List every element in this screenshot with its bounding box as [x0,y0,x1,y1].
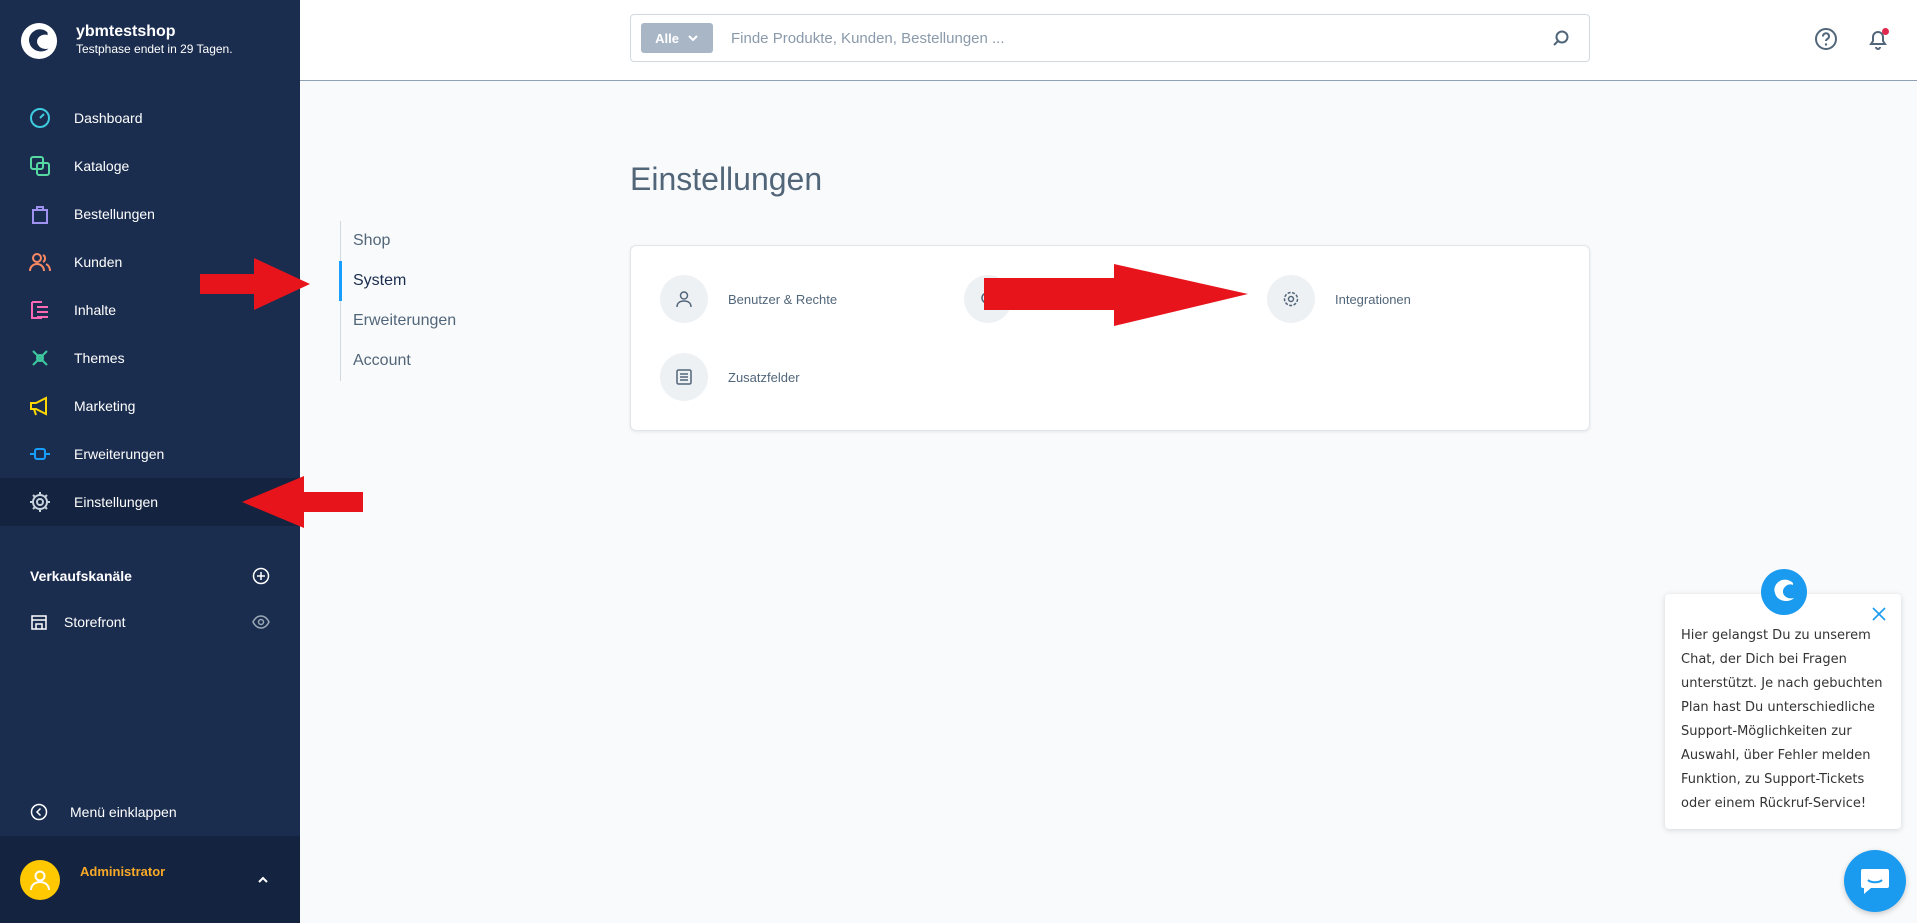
nav-label: Erweiterungen [74,446,165,462]
settings-item-label: Zusatzfelder [728,369,800,385]
extensions-icon [28,442,52,466]
global-search: Alle [630,14,1590,62]
search-input[interactable] [729,28,1549,48]
collapse-menu-label: Menü einklappen [70,804,177,820]
help-icon [1815,28,1837,50]
nav-label: Einstellungen [74,494,159,510]
settings-item-label: Benutzer & Rechte [728,291,838,307]
nav-label: Marketing [74,398,136,414]
eye-icon[interactable] [252,613,270,631]
settings-item-integrationen[interactable]: Integrationen [1267,275,1411,323]
search-type-label: Alle [655,30,679,46]
tab-erweiterungen[interactable]: Erweiterungen [341,301,456,341]
shopware-logo-icon [20,22,58,60]
search-type-dropdown[interactable]: Alle [641,23,713,53]
page-title: Einstellungen [630,161,823,198]
chat-hint-text: Hier gelangst Du zu unserem Chat, der Di… [1681,628,1883,811]
nav-label: Bestellungen [74,206,155,222]
sidebar: ybmtestshop Testphase endet in 29 Tagen.… [0,0,300,923]
marketing-icon [28,394,52,418]
nav-item-kataloge[interactable]: Kataloge [0,142,300,190]
search-button[interactable] [1549,26,1573,50]
orders-icon [28,202,52,226]
close-icon[interactable] [1871,606,1887,622]
add-circle-icon[interactable] [252,567,270,585]
user-avatar-icon [30,870,50,890]
notifications-button[interactable] [1865,26,1891,52]
top-header: Alle [300,0,1921,81]
collapse-menu-button[interactable]: Menü einklappen [0,800,300,824]
customers-icon [28,250,52,274]
nav-label: Themes [74,350,125,366]
settings-icon [28,490,52,514]
tab-account[interactable]: Account [341,341,456,381]
tab-shop[interactable]: Shop [341,221,456,261]
chevron-left-circle-icon [30,803,48,821]
settings-tabs: Shop System Erweiterungen Account [338,221,456,381]
tab-system[interactable]: System [338,261,456,301]
storefront-icon [31,615,47,630]
nav-item-themes[interactable]: Themes [0,334,300,382]
chat-hint-bubble: Hier gelangst Du zu unserem Chat, der Di… [1665,594,1901,829]
nav-label: Kataloge [74,158,130,174]
help-button[interactable] [1813,26,1839,52]
sales-channels-heading: Verkaufskanäle [0,564,300,588]
settings-item-zusatzfelder[interactable]: Zusatzfelder [660,353,800,401]
nav-item-dashboard[interactable]: Dashboard [0,94,300,142]
sales-channel-storefront[interactable]: Storefront [0,610,300,634]
nav-label: Dashboard [74,110,143,126]
nav-label: Inhalte [74,302,117,318]
annotation-arrow-right-icon [200,258,310,310]
brand[interactable]: ybmtestshop Testphase endet in 29 Tagen. [20,22,233,60]
notification-dot [1882,28,1889,35]
user-menu[interactable]: Administrator [0,836,300,923]
chat-launcher-button[interactable] [1844,850,1906,912]
nav-label: Kunden [74,254,123,270]
content-icon [28,298,52,322]
user-icon [660,275,708,323]
gear-icon [1267,275,1315,323]
storefront-label: Storefront [64,614,126,630]
chevron-up-icon[interactable] [256,873,270,887]
sales-channels-title: Verkaufskanäle [30,568,132,584]
themes-icon [28,346,52,370]
page-edge [1917,0,1921,923]
nav-item-erweiterungen[interactable]: Erweiterungen [0,430,300,478]
annotation-arrow-left-icon [242,476,363,528]
trial-notice: Testphase endet in 29 Tagen. [76,42,233,56]
catalog-icon [28,154,52,178]
chevron-down-icon [688,35,698,42]
annotation-arrow-right-icon [984,264,1248,326]
dashboard-icon [28,106,52,130]
nav-item-marketing[interactable]: Marketing [0,382,300,430]
shop-name: ybmtestshop [76,23,176,40]
avatar [20,859,60,900]
list-icon [660,353,708,401]
search-icon [1553,30,1569,46]
chat-icon [1861,869,1889,894]
settings-item-benutzer-rechte[interactable]: Benutzer & Rechte [660,275,837,323]
user-name: Administrator [80,864,166,879]
settings-item-label: Integrationen [1335,291,1411,307]
nav-item-bestellungen[interactable]: Bestellungen [0,190,300,238]
shopware-chat-logo-icon [1761,569,1807,615]
